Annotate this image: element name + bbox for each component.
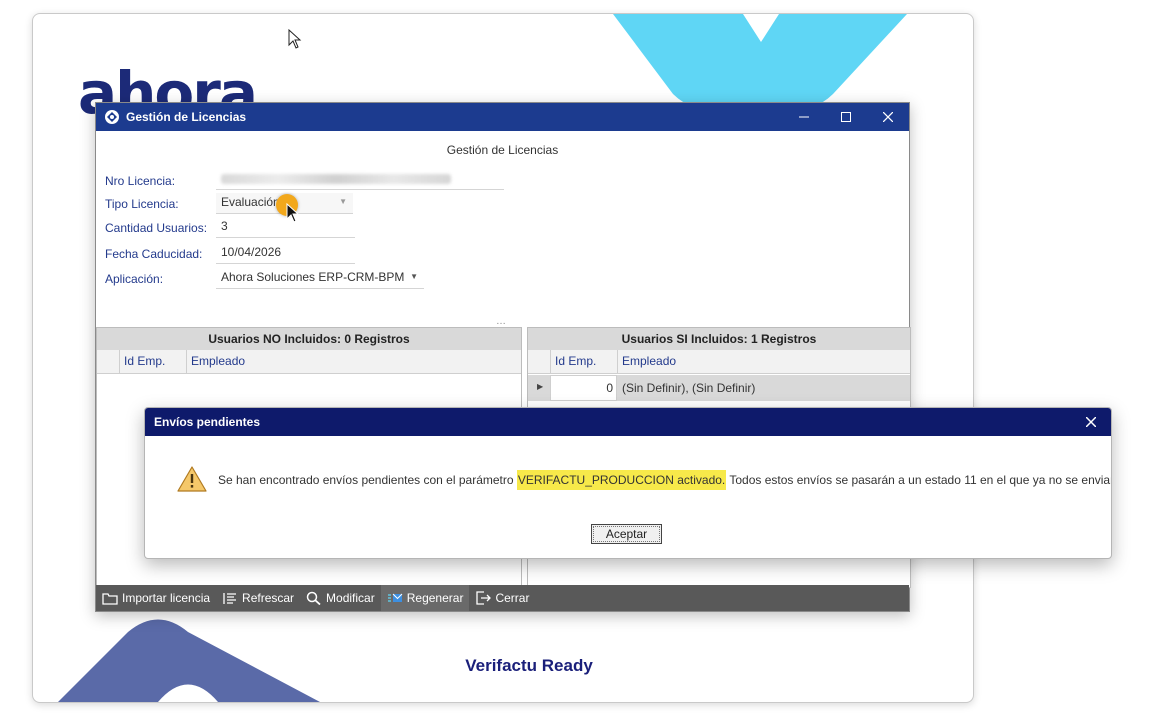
regenerate-label: Regenerar — [406, 591, 464, 605]
bottom-toolbar: Importar licencia Refrescar Modificar Re… — [96, 585, 909, 611]
tipo-licencia-label: Tipo Licencia: — [105, 197, 179, 211]
window-title: Gestión de Licencias — [126, 110, 247, 124]
accept-button[interactable]: Aceptar — [591, 524, 662, 544]
pending-submissions-dialog: Envíos pendientes Se han encontrado enví… — [144, 407, 1112, 559]
mouse-cursor-icon — [286, 203, 300, 223]
splash-footer-text: Verifactu Ready — [465, 656, 593, 675]
mouse-cursor-icon — [288, 29, 302, 49]
nro-licencia-field[interactable] — [216, 169, 504, 190]
nro-licencia-label: Nro Licencia: — [105, 174, 176, 188]
search-icon — [306, 591, 321, 605]
message-text-end: Todos estos envíos se pasarán a un estad… — [726, 473, 1112, 487]
aplicacion-value: Ahora Soluciones ERP-CRM-BPM — [221, 270, 405, 284]
close-icon[interactable] — [1071, 408, 1111, 436]
dialog-titlebar[interactable]: Envíos pendientes — [145, 408, 1111, 436]
cantidad-usuarios-label: Cantidad Usuarios: — [105, 221, 208, 235]
cell-empleado[interactable]: (Sin Definir), (Sin Definir) — [622, 375, 755, 401]
splitter-grip[interactable]: … — [496, 316, 507, 327]
highlighted-parameter: VERIFACTU_PRODUCCION activado. — [516, 470, 727, 490]
modify-button[interactable]: Modificar — [300, 585, 381, 611]
regenerate-button[interactable]: Regenerar — [380, 585, 470, 611]
list-refresh-icon — [223, 593, 237, 604]
close-icon[interactable] — [867, 103, 909, 131]
cell-id-emp[interactable]: 0 — [550, 375, 617, 401]
dialog-message: Se han encontrado envíos pendientes con … — [218, 470, 1112, 490]
close-button[interactable]: Cerrar — [469, 585, 535, 611]
maximize-icon[interactable] — [825, 103, 867, 131]
warning-icon — [177, 466, 207, 492]
column-id-emp[interactable]: Id Emp. — [119, 350, 186, 373]
grid-header: Id Emp. Empleado — [528, 350, 910, 374]
row-indicator-icon: ▶ — [537, 382, 544, 391]
import-license-label: Importar licencia — [122, 591, 211, 605]
import-license-button[interactable]: Importar licencia — [96, 585, 216, 611]
tipo-licencia-value: Evaluación — [221, 195, 280, 209]
grid-header: Id Emp. Empleado — [97, 350, 521, 374]
exit-icon — [476, 591, 492, 605]
column-id-emp[interactable]: Id Emp. — [550, 350, 617, 373]
form-heading: Gestión de Licencias — [446, 143, 559, 157]
modify-label: Modificar — [326, 591, 375, 605]
fecha-caducidad-field[interactable]: 10/04/2026 — [216, 243, 355, 264]
window-titlebar[interactable]: Gestión de Licencias — [96, 103, 909, 131]
aplicacion-label: Aplicación: — [105, 272, 164, 286]
aplicacion-select[interactable]: Ahora Soluciones ERP-CRM-BPM ▼ — [216, 268, 424, 289]
column-empleado[interactable]: Empleado — [617, 350, 910, 373]
table-row[interactable]: ▶ 0 (Sin Definir), (Sin Definir) — [528, 375, 910, 401]
regenerate-mail-icon — [387, 593, 403, 602]
minimize-icon[interactable] — [783, 103, 825, 131]
close-label: Cerrar — [495, 591, 530, 605]
app-logo-icon — [105, 110, 119, 124]
chevron-down-icon: ▼ — [410, 272, 418, 281]
chevron-down-icon: ▼ — [339, 197, 347, 206]
redacted-license-number — [221, 174, 451, 184]
refresh-button[interactable]: Refrescar — [216, 585, 300, 611]
panel-title: Usuarios NO Incluidos: 0 Registros — [97, 328, 521, 350]
fecha-caducidad-label: Fecha Caducidad: — [105, 247, 203, 261]
column-empleado[interactable]: Empleado — [186, 350, 521, 373]
dialog-title: Envíos pendientes — [154, 415, 261, 429]
panel-title: Usuarios SI Incluidos: 1 Registros — [528, 328, 910, 350]
refresh-label: Refrescar — [242, 591, 295, 605]
folder-icon — [102, 593, 118, 605]
message-text: Se han encontrado envíos pendientes con … — [218, 473, 517, 487]
